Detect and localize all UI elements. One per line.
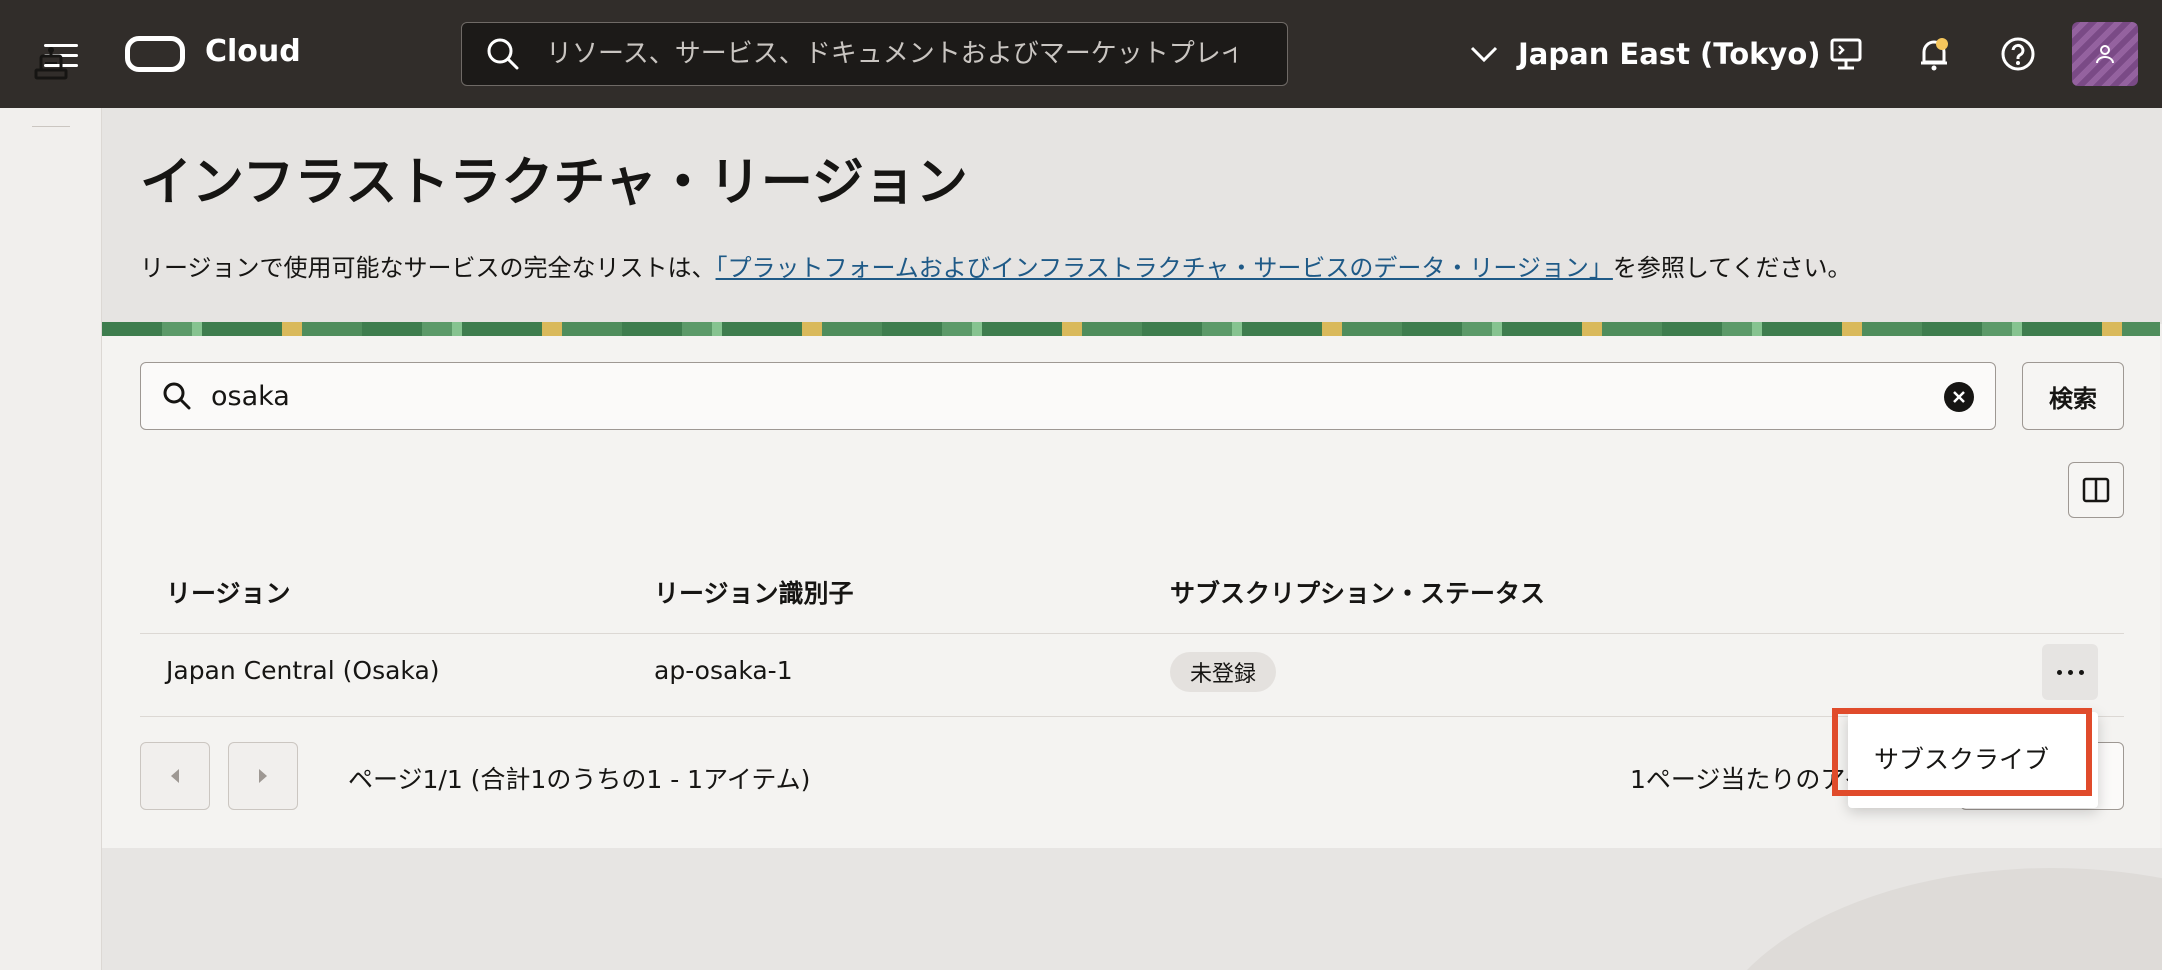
- cloud-shell-icon[interactable]: [1826, 34, 1866, 74]
- search-icon: [487, 38, 519, 70]
- row-divider: [140, 716, 2124, 717]
- column-toggle-button[interactable]: [2068, 462, 2124, 518]
- background-pattern: [102, 848, 2162, 970]
- highlight-box: [1832, 708, 2092, 796]
- next-page-button[interactable]: [228, 742, 298, 810]
- per-page-label: 1ページ当たりのアイテム: [1630, 765, 1860, 794]
- region-label: Japan East (Tokyo): [1518, 37, 1821, 71]
- description-text: リージョンで使用可能なサービスの完全なリストは、: [140, 254, 716, 282]
- column-header-region[interactable]: リージョン: [166, 574, 291, 610]
- bell-icon[interactable]: [1914, 34, 1954, 74]
- global-search-input[interactable]: [546, 39, 1236, 69]
- sidebar-divider: [32, 126, 70, 127]
- row-actions-button[interactable]: [2042, 644, 2098, 700]
- brand-label[interactable]: Cloud: [205, 34, 301, 69]
- chevron-down-icon: [1470, 46, 1498, 63]
- region-search-field[interactable]: [140, 362, 1996, 430]
- page-title: インフラストラクチャ・リージョン: [140, 153, 968, 213]
- decorative-banner: [102, 322, 2160, 336]
- chevron-right-icon: [259, 769, 267, 783]
- region-selector[interactable]: Japan East (Tokyo): [1470, 26, 1821, 82]
- search-button[interactable]: 検索: [2022, 362, 2124, 430]
- avatar[interactable]: [2072, 22, 2138, 86]
- cell-region: Japan Central (Osaka): [166, 656, 440, 685]
- column-header-status[interactable]: サブスクリプション・ステータス: [1170, 574, 1545, 610]
- pagination-info: ページ1/1 (合計1のうちの1 - 1アイテム): [348, 765, 811, 794]
- global-search[interactable]: [461, 22, 1288, 86]
- status-badge: 未登録: [1170, 652, 1277, 692]
- row-divider: [140, 633, 2124, 634]
- oracle-logo[interactable]: [125, 36, 185, 72]
- previous-page-button[interactable]: [140, 742, 210, 810]
- columns-icon: [2082, 477, 2110, 503]
- search-icon: [163, 382, 191, 410]
- data-regions-link[interactable]: 「プラットフォームおよびインフラストラクチャ・サービスのデータ・リージョン」: [716, 254, 1613, 282]
- page-description: リージョンで使用可能なサービスの完全なリストは、「プラットフォームおよびインフラ…: [140, 248, 1851, 283]
- help-icon[interactable]: [1998, 34, 2038, 74]
- sidebar: [0, 108, 102, 970]
- column-header-identifier[interactable]: リージョン識別子: [654, 574, 854, 610]
- chevron-left-icon: [171, 769, 179, 783]
- cell-identifier: ap-osaka-1: [654, 656, 793, 685]
- infrastructure-icon[interactable]: [33, 46, 69, 84]
- region-search-input[interactable]: [211, 380, 1911, 412]
- description-suffix: を参照してください。: [1612, 254, 1852, 282]
- clear-icon[interactable]: [1944, 382, 1974, 412]
- user-icon: [2096, 45, 2114, 64]
